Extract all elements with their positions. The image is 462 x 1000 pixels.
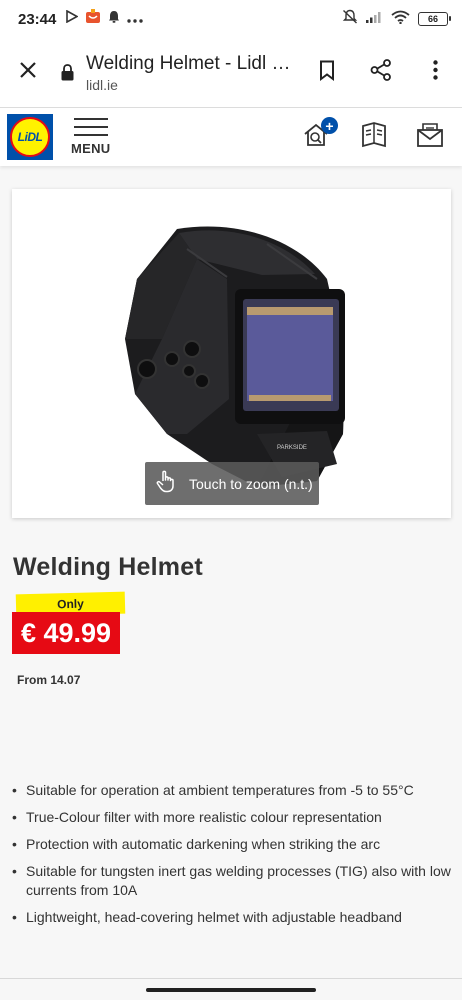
share-icon (370, 59, 392, 86)
zoom-hint-text: Touch to zoom (n.t.) (189, 475, 313, 492)
lidl-logo[interactable]: LiDL (7, 114, 53, 160)
svg-text:PARKSIDE: PARKSIDE (277, 445, 307, 451)
bookmark-icon (319, 60, 335, 86)
newsletter-button[interactable] (410, 117, 450, 157)
leaflet-button[interactable] (354, 117, 394, 157)
bookmark-button[interactable] (300, 38, 354, 108)
close-tab-button[interactable] (0, 38, 56, 108)
wifi-icon (391, 10, 410, 29)
gift-icon (85, 9, 101, 29)
zoom-hint: Touch to zoom (n.t.) (145, 462, 319, 505)
home-indicator[interactable] (146, 988, 316, 992)
product-image-card[interactable]: PARKSIDE Touch to zoom (n.t.) (12, 189, 451, 518)
page-title: Welding Helmet - Lidl I... (86, 52, 292, 74)
play-icon (66, 9, 80, 28)
status-notification-icons (66, 9, 144, 29)
feature-item: Protection with automatic darkening when… (12, 835, 452, 854)
price: € 49.99 (12, 612, 120, 654)
browser-menu-button[interactable] (408, 38, 462, 108)
close-icon (19, 61, 37, 84)
plus-badge: + (321, 117, 338, 134)
mute-icon (342, 9, 358, 29)
hand-touch-icon (155, 469, 177, 498)
more-vertical-icon (432, 60, 438, 85)
status-bar: 23:44 66 (0, 0, 462, 38)
browser-toolbar: Welding Helmet - Lidl I... lidl.ie (0, 38, 462, 108)
feature-list: Suitable for operation at ambient temper… (12, 781, 452, 935)
lock-icon (56, 64, 78, 81)
bell-icon (108, 10, 120, 28)
feature-item: True-Colour filter with more realistic c… (12, 808, 452, 827)
site-header: LiDL MENU + (0, 108, 462, 166)
shopping-list-button[interactable]: + (298, 117, 338, 157)
product-image: PARKSIDE (125, 226, 345, 487)
logo-text: LiDL (10, 117, 50, 157)
share-button[interactable] (354, 38, 408, 108)
menu-button[interactable]: MENU (71, 118, 110, 156)
page-domain: lidl.ie (86, 76, 118, 93)
feature-item: Suitable for tungsten inert gas welding … (12, 862, 452, 900)
newsletter-icon (415, 121, 445, 154)
status-system-icons: 66 (342, 9, 451, 29)
hamburger-icon (73, 118, 108, 142)
status-time: 23:44 (18, 10, 57, 28)
divider (0, 978, 462, 979)
product-title: Welding Helmet (13, 553, 203, 581)
feature-item: Suitable for operation at ambient temper… (12, 781, 452, 800)
url-bar[interactable]: Welding Helmet - Lidl I... lidl.ie (56, 53, 300, 93)
more-icon (127, 10, 144, 28)
menu-label: MENU (71, 141, 111, 156)
feature-item: Lightweight, head-covering helmet with a… (12, 908, 452, 927)
leaflet-icon (360, 121, 388, 154)
battery-icon: 66 (418, 12, 451, 26)
signal-icon (366, 10, 383, 28)
availability-date: From 14.07 (17, 673, 81, 687)
